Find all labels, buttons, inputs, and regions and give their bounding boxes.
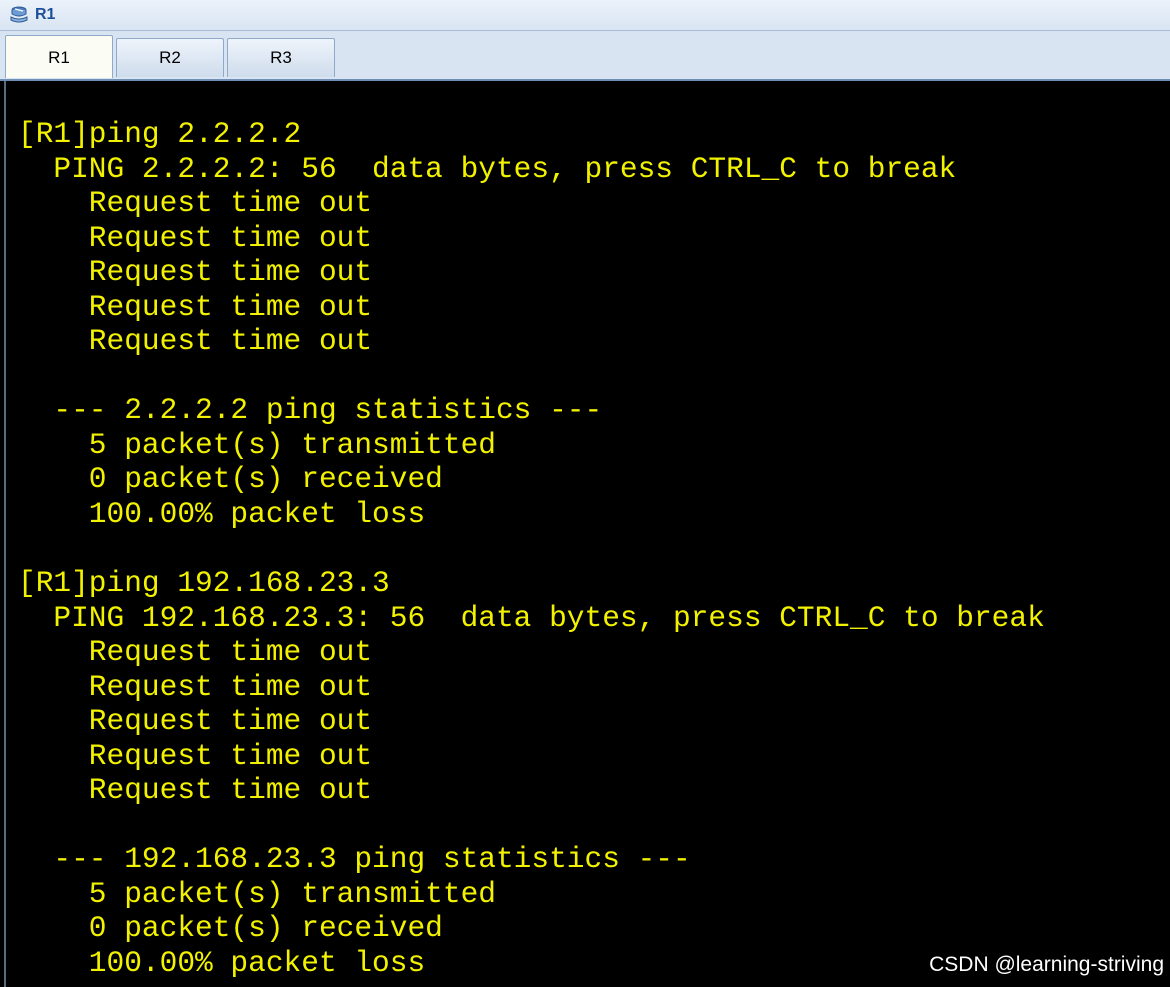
terminal-line: Request time out xyxy=(18,739,373,773)
terminal-line: Request time out xyxy=(18,773,373,807)
terminal-line: PING 2.2.2.2: 56 data bytes, press CTRL_… xyxy=(18,152,957,186)
terminal-output[interactable]: [R1]ping 2.2.2.2 PING 2.2.2.2: 56 data b… xyxy=(4,81,1170,987)
terminal-line: 0 packet(s) received xyxy=(18,462,443,496)
terminal-line: [R1]ping 2.2.2.2 xyxy=(18,117,302,151)
window-title: R1 xyxy=(35,6,56,23)
tab-bar: R1 R2 R3 xyxy=(0,31,1170,81)
terminal-line: Request time out xyxy=(18,635,373,669)
terminal-line: 100.00% packet loss xyxy=(18,946,426,980)
tab-r3[interactable]: R3 xyxy=(227,38,335,77)
terminal-line: 5 packet(s) transmitted xyxy=(18,428,496,462)
terminal-line: Request time out xyxy=(18,255,373,289)
terminal-line: 100.00% packet loss xyxy=(18,497,426,531)
terminal-line: [R1]ping 192.168.23.3 xyxy=(18,566,390,600)
terminal-line: Request time out xyxy=(18,221,373,255)
terminal-line: Request time out xyxy=(18,186,373,220)
tab-r2[interactable]: R2 xyxy=(116,38,224,77)
terminal-line: Request time out xyxy=(18,670,373,704)
terminal-line: Request time out xyxy=(18,324,373,358)
terminal-line: Request time out xyxy=(18,704,373,738)
terminal-line: PING 192.168.23.3: 56 data bytes, press … xyxy=(18,601,1045,635)
console-window: R1 R1 R2 R3 [R1]ping 2.2.2.2 PING 2.2.2.… xyxy=(0,0,1170,987)
terminal-line: --- 192.168.23.3 ping statistics --- xyxy=(18,842,691,876)
watermark-text: CSDN @learning-striving xyxy=(929,953,1164,976)
title-bar: R1 xyxy=(0,0,1170,31)
tab-r1[interactable]: R1 xyxy=(5,35,113,78)
terminal-line: 0 packet(s) received xyxy=(18,911,443,945)
terminal-line: Request time out xyxy=(18,290,373,324)
terminal-line: --- 2.2.2.2 ping statistics --- xyxy=(18,393,603,427)
terminal-line: 5 packet(s) transmitted xyxy=(18,877,496,911)
router-console-icon xyxy=(10,6,28,23)
